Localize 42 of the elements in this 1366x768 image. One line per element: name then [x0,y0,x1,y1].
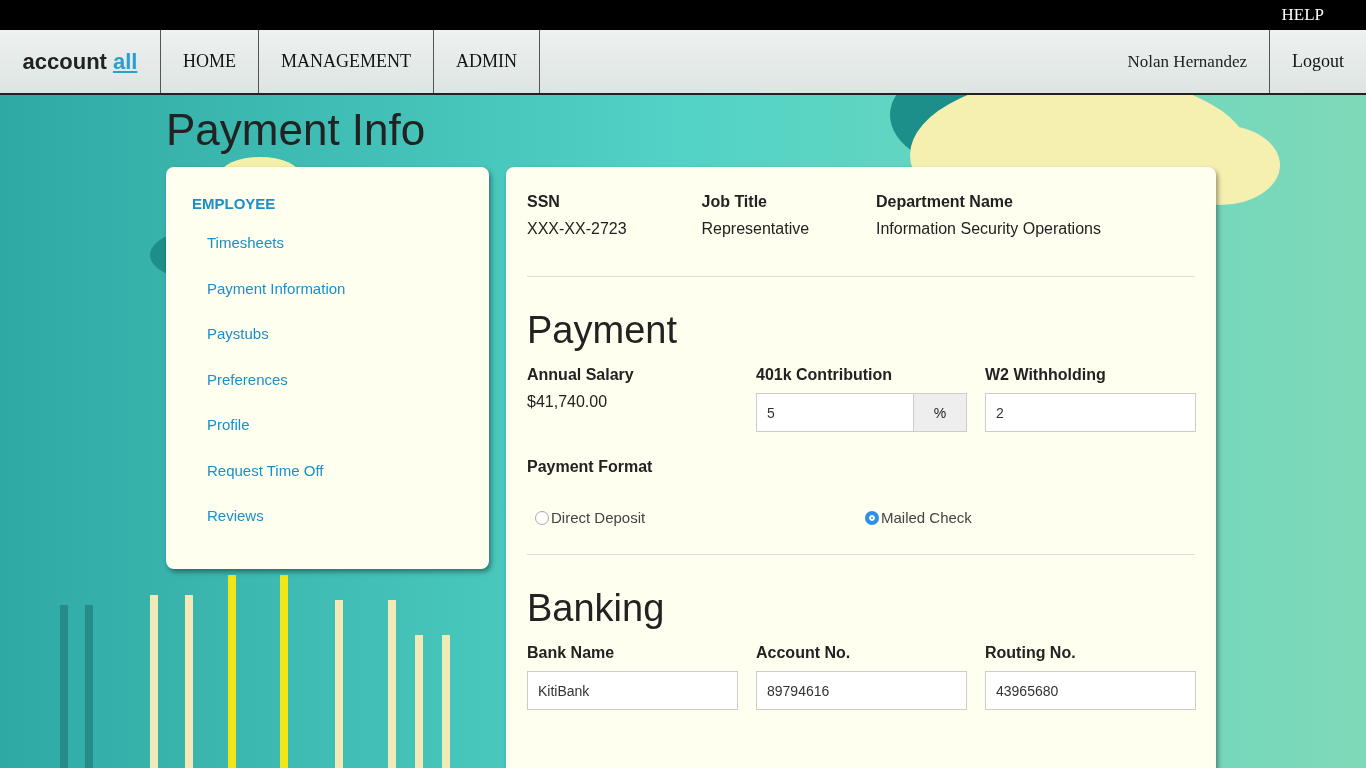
page-title: Payment Info [166,105,427,155]
sidebar-link[interactable]: Request Time Off [207,461,463,479]
field-value: XXX-XX-2723 [527,220,628,238]
nav-link[interactable]: MANAGEMENT [259,30,434,93]
field-label: W2 Withholding [985,366,1107,384]
input-field[interactable]: KitiBank [527,671,738,710]
sidebar-link[interactable]: Paystubs [207,325,463,342]
logout-link[interactable]: Logout [1269,30,1366,93]
input-field[interactable]: 89794616 [756,671,967,710]
field-label: Payment Format [527,458,654,476]
input-field[interactable]: 5 [756,393,914,432]
field-value: Information Security Operations [875,220,1102,238]
radio-label: Mailed Check [881,509,972,526]
sidebar-link[interactable]: Timesheets [207,234,463,251]
sidebar-link[interactable]: Profile [207,416,463,433]
field-label: 401k Contribution [756,366,893,384]
nav-link[interactable]: ADMIN [434,30,540,93]
help-link[interactable]: HELP [1281,5,1324,25]
sidebar-heading: EMPLOYEE [192,195,277,212]
sidebar-link[interactable]: Preferences [207,370,463,388]
input-field[interactable]: 43965680 [985,671,1196,710]
radio-button[interactable] [865,510,879,525]
sidebar-link[interactable]: Payment Information [207,279,463,297]
field-label: Annual Salary [527,366,635,384]
user-name: Nolan Hernandez [1126,50,1248,73]
input-field[interactable]: 2 [985,393,1196,432]
field-label: Routing No. [985,644,1077,662]
sidebar-link[interactable]: Reviews [207,507,463,524]
logo[interactable]: account all [0,30,161,93]
section-title: Banking [527,587,666,630]
field-label: Account No. [756,644,852,662]
radio-label: Direct Deposit [551,509,646,526]
field-label: Bank Name [527,644,616,662]
field-value: Representative [701,220,811,238]
section-title: Payment [527,309,678,352]
field-label: SSN [527,193,561,211]
nav-link[interactable]: HOME [161,30,259,93]
radio-button[interactable] [535,510,549,525]
field-value: $41,740.00 [527,393,609,411]
percent-addon: % [914,393,967,432]
field-label: Department Name [875,193,1014,211]
field-label: Job Title [701,193,768,211]
